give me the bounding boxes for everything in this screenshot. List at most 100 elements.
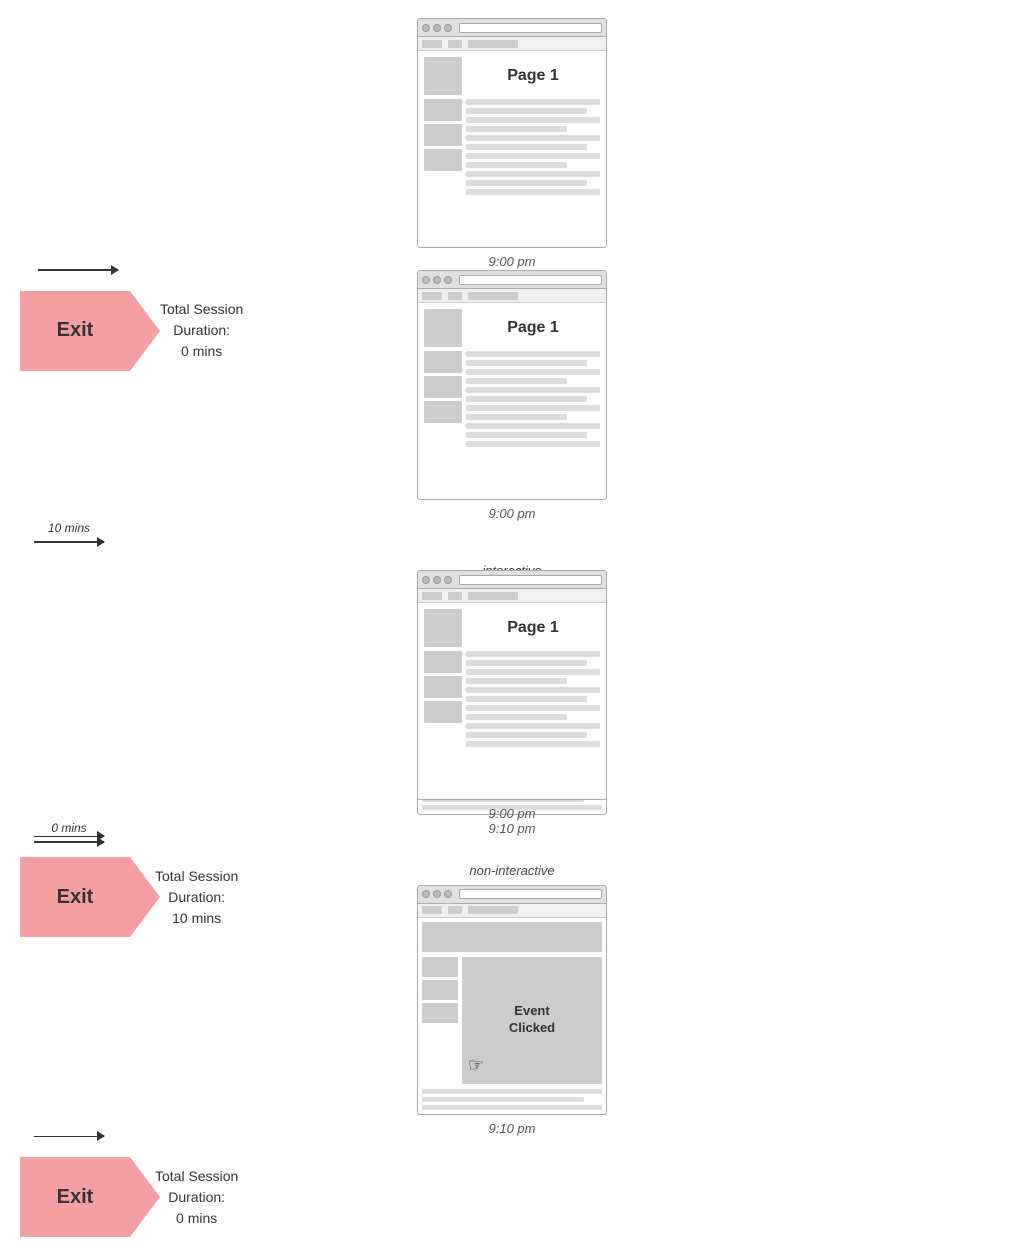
row3-timestamp1: 9:00 pm: [489, 806, 536, 821]
row3-session-info: Total Session Duration: 0 mins: [155, 1166, 238, 1229]
tb2: [448, 40, 462, 48]
row3-arrow-line: [34, 841, 104, 843]
sidebar2: [424, 351, 462, 447]
line4: [466, 378, 567, 384]
line7: [466, 153, 600, 159]
row3-exit-pentagon: Exit: [20, 1157, 130, 1237]
row3-arrow2-container: [34, 1136, 990, 1138]
page1-title: Page 1: [507, 67, 559, 85]
title-row2: Page 1: [424, 309, 600, 347]
addressbar: [459, 275, 602, 285]
row3-session-line1: Total Session: [155, 1166, 238, 1187]
title-area2: Page 1: [466, 309, 600, 347]
sb2: [424, 376, 462, 398]
event-line1-r3: Event: [514, 1003, 549, 1018]
btn3: [444, 576, 452, 584]
toolbar2: [418, 289, 606, 303]
line3: [466, 117, 600, 123]
browser-content4: Page 1: [418, 603, 606, 799]
row3-exit-area: Exit Total Session Duration: 0 mins: [20, 1157, 1004, 1237]
sb2: [424, 676, 462, 698]
tb3: [468, 40, 518, 48]
row1-page1-col: Page 1: [20, 18, 1004, 269]
addressbar: [459, 889, 602, 899]
btn2: [433, 890, 441, 898]
ep-left2: [422, 957, 458, 1084]
line1: [466, 99, 600, 105]
sb2: [424, 124, 462, 146]
row3-browser-label: non-interactive: [469, 863, 554, 881]
bl3: [422, 1105, 602, 1110]
sb3: [424, 701, 462, 723]
sb1: [424, 99, 462, 121]
row3-exit-text: Exit: [47, 1186, 104, 1209]
titlebar2: [418, 271, 606, 289]
row3-browser1: Page 1: [417, 570, 607, 800]
line4: [466, 126, 567, 132]
btn2: [433, 576, 441, 584]
line2: [466, 360, 587, 366]
content2: [466, 351, 600, 447]
line6: [466, 396, 587, 402]
row2-arrow-label: 10 mins: [34, 521, 104, 535]
row2-arrow1-container: 10 mins: [34, 521, 990, 543]
epb2: [422, 980, 458, 1000]
bl1: [422, 1089, 602, 1094]
titlebar5: [418, 886, 606, 904]
sb3: [424, 401, 462, 423]
line9: [466, 423, 600, 429]
ep-center2: Event Clicked ☞: [462, 957, 602, 1084]
title-row4: Page 1: [424, 609, 600, 647]
sb1: [424, 351, 462, 373]
tb1: [422, 40, 442, 48]
row2-arrow-line: [34, 541, 104, 543]
sidebar-top2: [424, 309, 462, 347]
btn1: [422, 276, 430, 284]
sidebar: [424, 99, 462, 195]
tb2: [448, 906, 462, 914]
line5: [466, 135, 600, 141]
title-row: Page 1: [424, 57, 600, 95]
hand-cursor-icon2: ☞: [468, 1055, 484, 1076]
row2-browser1: Page 1: [417, 270, 607, 500]
tb1: [422, 906, 442, 914]
row2-page1-col: Page 1: [20, 270, 1004, 521]
line3: [466, 369, 600, 375]
sb1: [424, 651, 462, 673]
row3-event-col: non-interactive: [20, 863, 1004, 1136]
line11: [466, 741, 600, 747]
btn1: [422, 24, 430, 32]
epb3: [422, 1003, 458, 1023]
line8: [466, 162, 567, 168]
diagram-container: Page 1: [0, 0, 1024, 892]
event-clicked-text2: Event Clicked: [509, 1003, 555, 1037]
tb3: [468, 592, 518, 600]
row1-timestamp1: 9:00 pm: [489, 254, 536, 269]
line6: [466, 144, 587, 150]
row3-session-line2: Duration:: [155, 1187, 238, 1208]
addressbar: [459, 575, 602, 585]
content4: [466, 651, 600, 747]
row3-timestamp2: 9:10 pm: [489, 1121, 536, 1136]
tb2: [448, 292, 462, 300]
row3-exit-shape: Exit: [20, 1157, 130, 1237]
btn2: [433, 24, 441, 32]
line3: [466, 669, 600, 675]
ep-top2: [422, 922, 602, 952]
line9: [466, 171, 600, 177]
content-row-2: [424, 351, 600, 447]
row3-arrow1-container: 0 mins: [34, 821, 990, 843]
browser-content2: Page 1: [418, 303, 606, 499]
btn3: [444, 890, 452, 898]
line7: [466, 405, 600, 411]
toolbar4: [418, 589, 606, 603]
tb3: [468, 292, 518, 300]
line8: [466, 414, 567, 420]
row-3: Page 1: [20, 570, 1004, 1257]
line1: [466, 651, 600, 657]
toolbar5: [418, 904, 606, 918]
row1-browser: Page 1: [417, 18, 607, 248]
tb1: [422, 292, 442, 300]
browser-content: Page 1: [418, 51, 606, 247]
event-line2-r3: Clicked: [509, 1020, 555, 1035]
